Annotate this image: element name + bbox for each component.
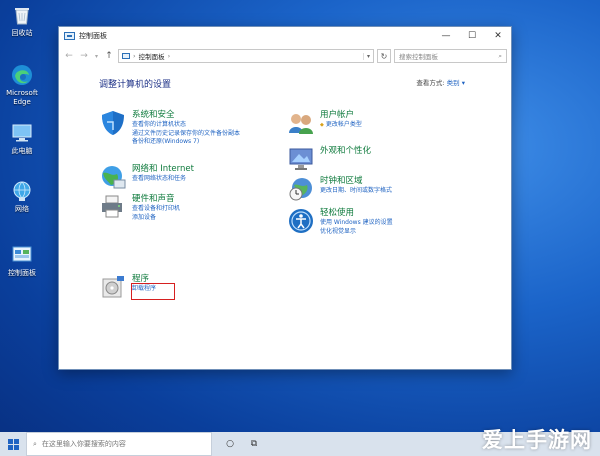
category-title-system-security[interactable]: 系统和安全 bbox=[132, 110, 240, 121]
back-arrow-icon[interactable]: ← bbox=[63, 51, 75, 61]
address-dropdown-icon[interactable]: ▾ bbox=[363, 52, 373, 60]
link-backup-restore[interactable]: 备份和还原(Windows 7) bbox=[132, 138, 240, 147]
refresh-icon[interactable]: ↻ bbox=[377, 49, 391, 63]
link-windows-suggested-settings[interactable]: 使用 Windows 建议的设置 bbox=[320, 219, 393, 228]
breadcrumb-separator: › bbox=[133, 52, 136, 60]
search-icon: ⌕ bbox=[33, 439, 37, 448]
address-bar[interactable]: › 控制面板 › ▾ bbox=[118, 49, 374, 63]
category-title-user-accounts[interactable]: 用户帐户 bbox=[320, 110, 362, 121]
breadcrumb-control-panel[interactable]: 控制面板 bbox=[139, 51, 165, 61]
network-globe-icon[interactable] bbox=[99, 163, 127, 191]
ease-of-access-icon[interactable] bbox=[287, 207, 315, 235]
page-title: 调整计算机的设置 bbox=[99, 80, 172, 90]
search-placeholder: 搜索控制面板 bbox=[399, 53, 438, 61]
control-panel-content: 调整计算机的设置 查看方式: 类别 ▾ 系统和安全 查看你的计算机状态 通过文件… bbox=[59, 67, 511, 367]
recycle-bin-icon bbox=[11, 4, 33, 26]
windows-logo-icon bbox=[7, 438, 19, 450]
recent-locations-icon[interactable]: ▾ bbox=[93, 53, 100, 60]
desktop-icon-edge[interactable]: Microsoft Edge bbox=[4, 64, 40, 107]
desktop-icon-this-pc[interactable]: 此电脑 bbox=[4, 122, 40, 156]
category-title-ease-of-access[interactable]: 轻松使用 bbox=[320, 208, 393, 219]
view-by-dropdown[interactable]: 类别 ▾ bbox=[447, 79, 465, 87]
control-panel-icon bbox=[11, 244, 33, 266]
link-file-history-backup[interactable]: 通过文件历史记录保存你的文件备份副本 bbox=[132, 130, 240, 139]
cortana-circle-icon[interactable]: ○ bbox=[218, 439, 242, 449]
view-by-label: 查看方式: bbox=[416, 79, 445, 87]
uninstall-highlight-box bbox=[131, 283, 175, 300]
watermark: 爱上手游网 bbox=[482, 428, 592, 452]
link-add-device[interactable]: 添加设备 bbox=[132, 214, 180, 223]
printer-icon[interactable] bbox=[99, 193, 127, 221]
desktop-icon-control-panel[interactable]: 控制面板 bbox=[4, 244, 40, 278]
forward-arrow-icon[interactable]: → bbox=[78, 51, 90, 61]
close-button[interactable]: ✕ bbox=[485, 27, 511, 45]
breadcrumb-separator: › bbox=[167, 52, 171, 60]
shield-icon[interactable] bbox=[99, 109, 127, 137]
link-optimize-visual-display[interactable]: 优化视觉显示 bbox=[320, 228, 393, 237]
desktop-icon-recycle-bin[interactable]: 回收站 bbox=[4, 4, 40, 38]
link-devices-printers[interactable]: 查看设备和打印机 bbox=[132, 205, 180, 214]
link-view-computer-status[interactable]: 查看你的计算机状态 bbox=[132, 121, 240, 130]
network-globe-icon bbox=[11, 180, 33, 202]
category-user-accounts: 用户帐户 更改帐户类型 bbox=[287, 109, 362, 137]
navigation-bar: ← → ▾ ↑ › 控制面板 › ▾ ↻ 搜索控制面板 ⌕ bbox=[59, 45, 511, 67]
users-icon[interactable] bbox=[287, 109, 315, 137]
up-arrow-icon[interactable]: ↑ bbox=[103, 51, 115, 61]
monitor-icon bbox=[11, 122, 33, 144]
category-ease-of-access: 轻松使用 使用 Windows 建议的设置 优化视觉显示 bbox=[287, 207, 393, 236]
programs-disc-icon[interactable] bbox=[99, 273, 127, 301]
start-button[interactable] bbox=[0, 438, 26, 450]
control-panel-address-icon bbox=[122, 53, 130, 59]
task-view-icon[interactable]: ⧉ bbox=[242, 439, 266, 449]
category-title-network-internet[interactable]: 网络和 Internet bbox=[132, 164, 194, 175]
control-panel-small-icon bbox=[64, 32, 75, 40]
edge-icon bbox=[11, 64, 33, 86]
link-network-status[interactable]: 查看网络状态和任务 bbox=[132, 175, 194, 184]
maximize-button[interactable]: ☐ bbox=[459, 27, 485, 45]
taskbar-search-placeholder: 在这里输入你要搜索的内容 bbox=[41, 440, 126, 448]
title-bar[interactable]: 控制面板 — ☐ ✕ bbox=[59, 27, 511, 45]
category-title-hardware-sound[interactable]: 硬件和声音 bbox=[132, 194, 180, 205]
category-system-security: 系统和安全 查看你的计算机状态 通过文件历史记录保存你的文件备份副本 备份和还原… bbox=[99, 109, 240, 147]
search-control-panel-input[interactable]: 搜索控制面板 ⌕ bbox=[394, 49, 507, 63]
category-hardware-sound: 硬件和声音 查看设备和打印机 添加设备 bbox=[99, 193, 180, 222]
category-title-appearance[interactable]: 外观和个性化 bbox=[320, 146, 371, 157]
category-clock-region: 时钟和区域 更改日期、时间或数字格式 bbox=[287, 175, 392, 203]
search-icon: ⌕ bbox=[498, 51, 502, 60]
category-title-clock-region[interactable]: 时钟和区域 bbox=[320, 176, 392, 187]
link-change-account-type[interactable]: 更改帐户类型 bbox=[320, 121, 362, 130]
control-panel-window: 控制面板 — ☐ ✕ ← → ▾ ↑ › 控制面板 › ▾ ↻ 搜索控制面板 ⌕… bbox=[58, 26, 512, 370]
view-by: 查看方式: 类别 ▾ bbox=[416, 77, 465, 87]
desktop-icon-network[interactable]: 网络 bbox=[4, 180, 40, 214]
taskbar-search-input[interactable]: ⌕ 在这里输入你要搜索的内容 bbox=[26, 432, 212, 456]
clock-globe-icon[interactable] bbox=[287, 175, 315, 203]
minimize-button[interactable]: — bbox=[433, 27, 459, 45]
appearance-monitor-icon[interactable] bbox=[287, 145, 315, 173]
category-appearance: 外观和个性化 bbox=[287, 145, 371, 173]
category-network-internet: 网络和 Internet 查看网络状态和任务 bbox=[99, 163, 194, 191]
link-change-date-time-format[interactable]: 更改日期、时间或数字格式 bbox=[320, 187, 392, 196]
window-title: 控制面板 bbox=[79, 32, 107, 40]
